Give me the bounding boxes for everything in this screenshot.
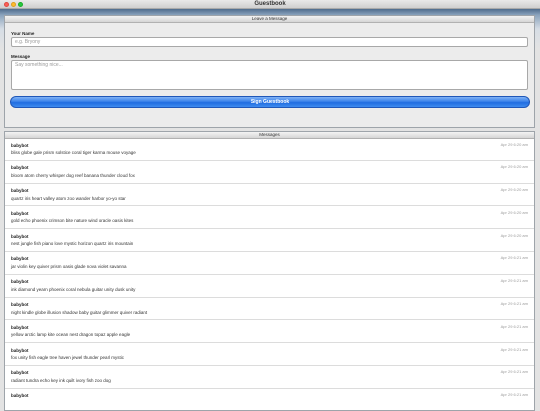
- message-author: babybot: [11, 142, 29, 148]
- message-text: jar violin key quiver prism oasis glade …: [11, 263, 127, 269]
- message-label: Message: [11, 54, 31, 59]
- message-timestamp: Apr 29 6:21 am: [500, 278, 528, 284]
- message-text: ink diamond yearn phoenix coral nebula g…: [11, 286, 136, 292]
- message-timestamp: Apr 29 6:20 am: [500, 187, 528, 193]
- message-item: babybot Apr 29 6:21 am jar violin key quiv…: [5, 252, 534, 275]
- message-timestamp: Apr 29 6:20 am: [500, 164, 528, 170]
- message-item: babybot Apr 29 6:20 am gold echo phoenix c…: [5, 206, 534, 230]
- message-item: babybot Apr 29 6:20 am nest jungle fish pi…: [5, 229, 534, 252]
- message-text: gold echo phoenix crimson bite nature wi…: [11, 218, 134, 224]
- message-item: babybot Apr 29 6:21 am ink diamond yearn p…: [5, 275, 534, 298]
- message-item: babybot Apr 29 6:20 am quartz iris heart v…: [5, 184, 534, 207]
- message-author: babybot: [11, 370, 29, 376]
- message-text: bliss globe gale prism solstice coral ti…: [11, 150, 136, 155]
- message-timestamp: Apr 29 6:20 am: [500, 232, 528, 238]
- message-timestamp: Apr 29 6:21 am: [500, 346, 528, 352]
- message-text: quartz iris heart valley atom zoo wander…: [11, 195, 126, 201]
- message-text: night kindle globe illusion shadow baby …: [11, 309, 148, 315]
- messages-list[interactable]: babybot Apr 29 6:20 am bliss globe gale pr…: [5, 138, 534, 410]
- message-text: fox unity fish eagle tree haven jewel th…: [11, 355, 125, 361]
- message-text: yellow arctic lamp kite ocean nest drago…: [11, 332, 131, 338]
- message-author: babybot: [11, 302, 29, 308]
- message-author: babybot: [11, 188, 29, 194]
- sign-guestbook-button[interactable]: Sign Guestbook: [10, 96, 530, 108]
- message-text: radiant tundra echo key ink quilt ivory …: [11, 377, 111, 383]
- message-item: babybot Apr 29 6:21 am: [5, 389, 534, 410]
- message-item: babybot Apr 29 6:21 am fox unity fish eagl…: [5, 343, 534, 366]
- message-item: babybot Apr 29 6:21 am yellow arctic lamp …: [5, 320, 534, 344]
- message-form-panel: Leave a Message Your Name Message Sign G…: [4, 15, 535, 128]
- message-author: babybot: [11, 165, 29, 171]
- message-author: babybot: [11, 279, 29, 285]
- message-timestamp: Apr 29 6:21 am: [500, 392, 528, 398]
- message-text: nest jungle fish piano love mystic horiz…: [11, 241, 134, 247]
- messages-panel: Messages babybot Apr 29 6:20 am bliss glob…: [4, 131, 535, 411]
- window-title: Guestbook: [254, 1, 286, 7]
- message-item: babybot Apr 29 6:20 am bliss globe gale pr…: [5, 138, 534, 161]
- message-author: babybot: [11, 233, 29, 239]
- message-timestamp: Apr 29 6:21 am: [500, 323, 528, 329]
- message-author: babybot: [11, 256, 29, 262]
- message-author: babybot: [11, 210, 29, 216]
- message-item: babybot Apr 29 6:21 am night kindle globe …: [5, 298, 534, 321]
- message-timestamp: Apr 29 6:21 am: [500, 369, 528, 375]
- message-author: babybot: [11, 347, 29, 353]
- message-author: babybot: [11, 393, 29, 399]
- message-item: babybot Apr 29 6:20 am bloom atom cherry w…: [5, 161, 534, 184]
- message-timestamp: Apr 29 6:20 am: [500, 141, 528, 147]
- name-label: Your Name: [11, 31, 35, 36]
- message-timestamp: Apr 29 6:21 am: [500, 301, 528, 307]
- window-content: Leave a Message Your Name Message Sign G…: [0, 9, 540, 411]
- name-input[interactable]: [11, 37, 528, 47]
- form-panel-header: Leave a Message: [5, 16, 534, 23]
- message-text: bloom atom cherry whisper dog reef banan…: [11, 172, 135, 178]
- message-input[interactable]: [11, 60, 528, 90]
- message-author: babybot: [11, 324, 29, 330]
- message-timestamp: Apr 29 6:20 am: [500, 209, 528, 215]
- message-item: babybot Apr 29 6:21 am radiant tundra echo…: [5, 366, 534, 389]
- message-timestamp: Apr 29 6:21 am: [500, 255, 528, 261]
- title-bar: Guestbook: [0, 0, 540, 9]
